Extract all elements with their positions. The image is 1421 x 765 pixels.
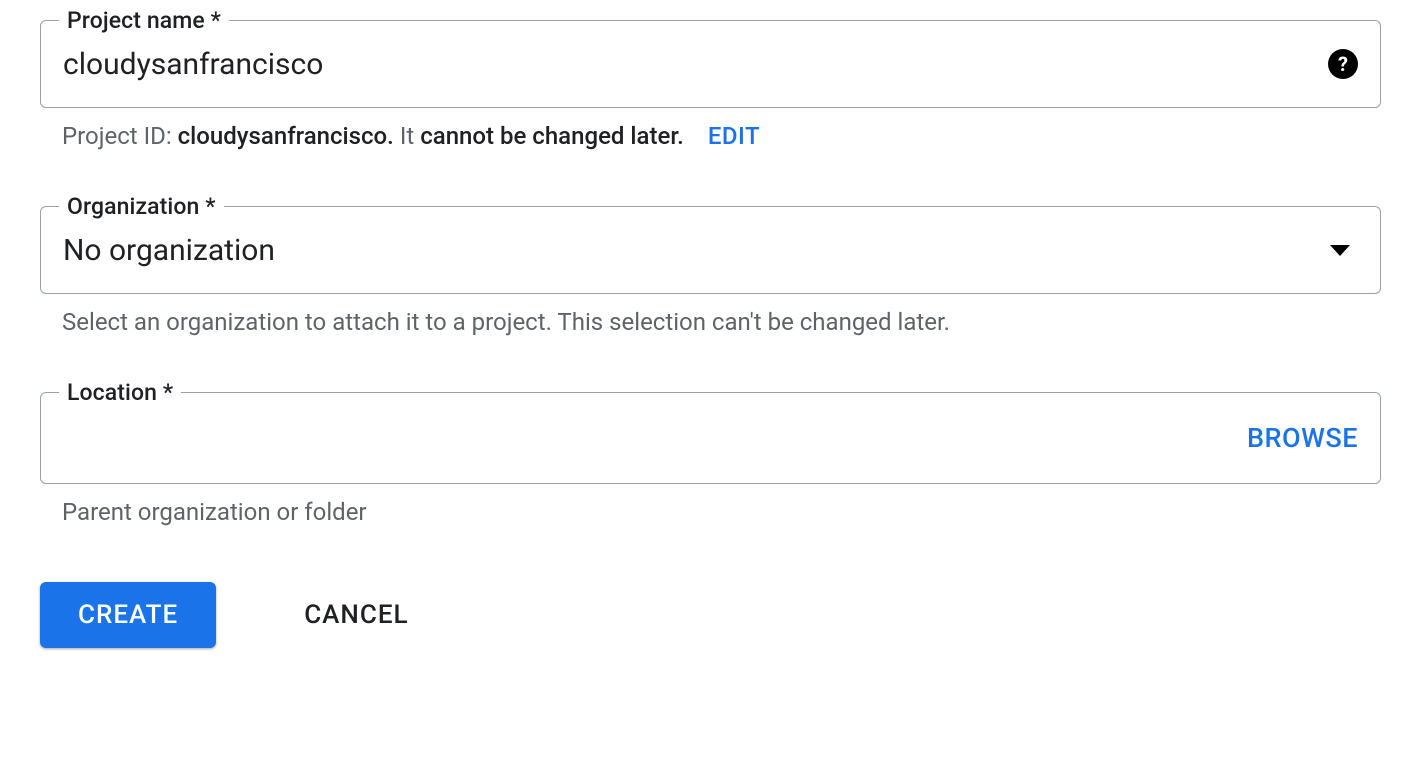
location-field: Location * BROWSE Parent organization or… (40, 392, 1381, 526)
project-name-field: Project name * ? Project ID: cloudysanfr… (40, 20, 1381, 150)
organization-label: Organization * (59, 193, 224, 220)
location-label: Location * (59, 379, 181, 406)
chevron-down-icon (1330, 245, 1350, 256)
project-name-label: Project name * (59, 7, 229, 34)
help-icon[interactable]: ? (1328, 49, 1358, 79)
project-name-input[interactable] (63, 47, 1328, 82)
location-input[interactable] (63, 419, 1247, 457)
organization-select[interactable]: No organization (63, 233, 1330, 268)
project-id-prefix: Project ID: (62, 122, 172, 150)
organization-outline[interactable]: Organization * No organization (40, 206, 1381, 294)
browse-button[interactable]: BROWSE (1247, 422, 1358, 454)
action-row: CREATE CANCEL (40, 582, 1381, 648)
cancel-button[interactable]: CANCEL (266, 582, 446, 648)
location-outline: Location * BROWSE (40, 392, 1381, 484)
project-id-mid: It (400, 122, 414, 150)
organization-field: Organization * No organization Select an… (40, 206, 1381, 336)
project-name-outline: Project name * ? (40, 20, 1381, 108)
project-id-value: cloudysanfrancisco. (178, 122, 394, 150)
create-button[interactable]: CREATE (40, 582, 216, 648)
organization-helper: Select an organization to attach it to a… (40, 308, 1381, 336)
location-helper: Parent organization or folder (40, 498, 1381, 526)
project-id-helper: Project ID: cloudysanfrancisco. It canno… (40, 122, 1381, 150)
edit-project-id-link[interactable]: EDIT (708, 122, 760, 150)
project-id-cannot: cannot be changed later. (420, 122, 684, 150)
